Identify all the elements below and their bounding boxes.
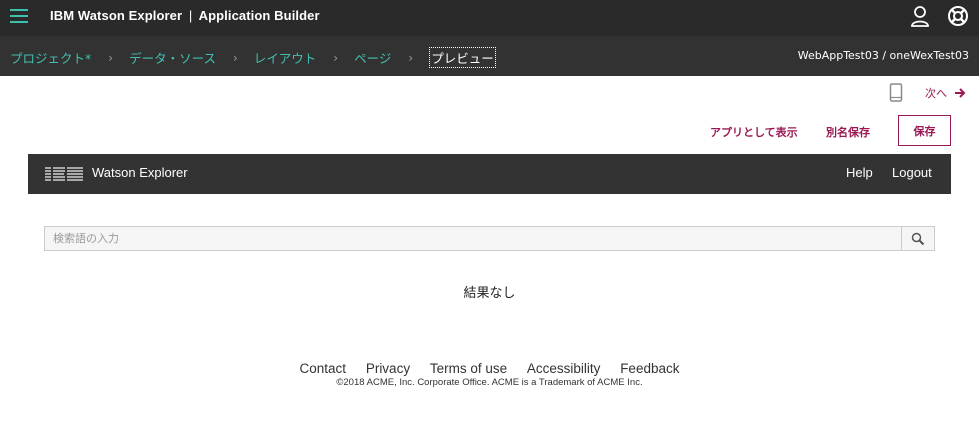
ibm-logo [45, 167, 83, 181]
title-separator: | [188, 8, 193, 23]
search-box [44, 226, 935, 251]
app-name: Application Builder [198, 8, 320, 23]
help-lifebuoy-icon[interactable] [947, 5, 969, 27]
hamburger-menu-icon[interactable] [10, 9, 28, 25]
footer-link-accessibility[interactable]: Accessibility [527, 361, 601, 376]
chevron-right-icon: › [408, 50, 414, 65]
save-button[interactable]: 保存 [898, 115, 951, 146]
search-icon [911, 232, 925, 245]
footer-link-privacy[interactable]: Privacy [366, 361, 410, 376]
preview-app-header: Watson Explorer Help Logout [28, 154, 951, 194]
mobile-device-icon[interactable] [889, 83, 903, 102]
product-name: Watson Explorer [92, 165, 188, 180]
arrow-right-icon [955, 88, 966, 98]
top-app-bar: IBM Watson Explorer | Application Builde… [0, 0, 979, 36]
chevron-right-icon: › [232, 50, 238, 65]
user-icon[interactable] [910, 5, 930, 27]
chevron-right-icon: › [108, 50, 114, 65]
breadcrumb-bar: プロジェクト* › データ・ソース › レイアウト › ページ › プレビュー … [0, 36, 979, 76]
next-link[interactable]: 次へ [925, 85, 966, 101]
help-link[interactable]: Help [846, 165, 873, 180]
next-label: 次へ [925, 87, 947, 100]
project-path: WebAppTest03 / oneWexTest03 [797, 49, 969, 62]
no-results-message: 結果なし [463, 286, 516, 301]
save-as-link[interactable]: 別名保存 [826, 124, 870, 140]
footer-links: Contact Privacy Terms of use Accessibili… [0, 361, 979, 376]
breadcrumb-item-preview: プレビュー [429, 47, 496, 68]
search-button[interactable] [901, 227, 934, 250]
app-title: IBM Watson Explorer | Application Builde… [50, 8, 320, 23]
footer-link-feedback[interactable]: Feedback [620, 361, 679, 376]
search-input[interactable] [45, 227, 902, 250]
footer-link-contact[interactable]: Contact [300, 361, 347, 376]
breadcrumb-item-layout[interactable]: レイアウト [254, 48, 317, 67]
chevron-right-icon: › [333, 50, 339, 65]
breadcrumb-item-page[interactable]: ページ [354, 48, 391, 67]
footer-link-terms[interactable]: Terms of use [430, 361, 507, 376]
logout-link[interactable]: Logout [892, 165, 932, 180]
breadcrumb-item-project[interactable]: プロジェクト* [10, 48, 91, 67]
view-as-app-link[interactable]: アプリとして表示 [710, 124, 798, 140]
breadcrumb-item-data-source[interactable]: データ・ソース [129, 48, 216, 67]
brand-name: IBM Watson Explorer [50, 8, 183, 23]
copyright-text: ©2018 ACME, Inc. Corporate Office. ACME … [336, 377, 643, 388]
breadcrumb: プロジェクト* › データ・ソース › レイアウト › ページ › プレビュー [10, 47, 496, 68]
